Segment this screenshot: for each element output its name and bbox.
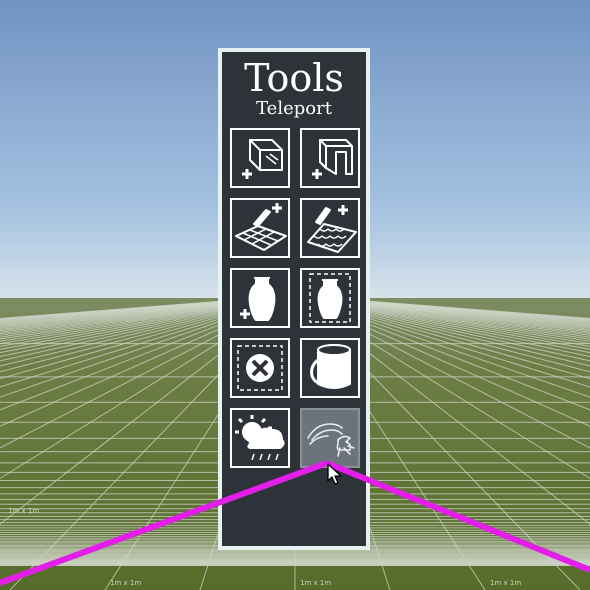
- add-floor-tiles-icon: [235, 203, 287, 251]
- add-doorway-button[interactable]: [300, 128, 360, 188]
- add-roof-tiles-icon: [307, 205, 357, 253]
- delete-selection-icon: [237, 345, 283, 391]
- ground-label: 1m x 1m: [300, 579, 331, 587]
- add-vase-icon: [240, 277, 276, 321]
- tools-panel: Tools Teleport: [218, 48, 370, 550]
- select-vase-button[interactable]: [300, 268, 360, 328]
- weather-button[interactable]: [230, 408, 290, 468]
- panel-subtitle-current-tool: Teleport: [256, 98, 332, 119]
- paint-bucket-button[interactable]: [300, 338, 360, 398]
- weather-icon: [235, 415, 285, 461]
- add-floor-tiles-button[interactable]: [230, 198, 290, 258]
- teleport-button[interactable]: [300, 408, 360, 468]
- select-vase-icon: [309, 273, 351, 323]
- add-roof-tiles-button[interactable]: [300, 198, 360, 258]
- add-glass-wall-icon: [242, 139, 283, 179]
- teleport-icon: [307, 423, 355, 457]
- ground-label: 1m x 1m: [110, 579, 141, 587]
- add-glass-wall-button[interactable]: [230, 128, 290, 188]
- add-doorway-icon: [312, 139, 353, 179]
- panel-title: Tools: [244, 56, 344, 100]
- ground-label: 1m x 1m: [490, 579, 521, 587]
- mouse-cursor-icon: [327, 463, 342, 485]
- delete-selection-button[interactable]: [230, 338, 290, 398]
- add-vase-button[interactable]: [230, 268, 290, 328]
- paint-bucket-icon: [310, 344, 351, 389]
- ground-label: 1m x 1m: [8, 507, 39, 515]
